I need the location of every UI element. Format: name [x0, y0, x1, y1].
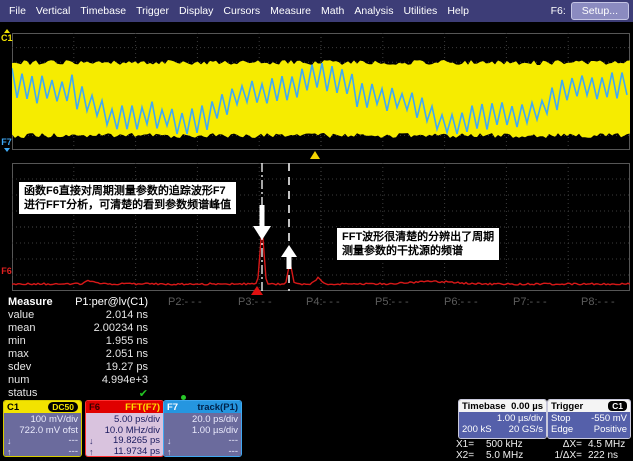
measure-row-max: max 2.051 ns	[8, 348, 148, 360]
cursor-readout: X1= 500 kHz ΔX= 4.5 MHz X2= 5.0 MHz 1/ΔX…	[456, 439, 632, 461]
cursor1-marker-icon: ↓	[89, 436, 94, 446]
fft-annotation-1: 函数F6直接对周期测量参数的追踪波形F7 进行FFT分析，可清楚的看到参数频谱峰…	[18, 181, 238, 215]
timebase-box[interactable]: Timebase 0.00 µs 1.00 µs/div 200 kS 20 GS…	[458, 399, 547, 439]
x2-label: X2=	[456, 450, 475, 461]
trigger-slope: Positive	[593, 424, 627, 435]
c1-cursor1-value: ---	[68, 435, 79, 446]
x1-label: X1=	[456, 439, 475, 450]
f6-context-label: F6:	[550, 5, 566, 17]
p3-header[interactable]: P3:- - -	[238, 296, 272, 308]
dx-value: 4.5 MHz	[588, 439, 626, 450]
measure-header-row: Measure P1:per@lv(C1) P2:- - - P3:- - - …	[0, 296, 633, 309]
trigger-type: Edge	[551, 424, 574, 435]
trigger-box[interactable]: Trigger C1 Stop -550 mV Edge Positive	[547, 399, 631, 439]
f7-hscale: 1.00 µs/div	[191, 425, 238, 436]
menu-cursors[interactable]: Cursors	[218, 5, 265, 17]
menu-file[interactable]: File	[4, 5, 31, 17]
c1-coupling-badge: DC50	[48, 402, 78, 412]
c1-graticule	[12, 33, 630, 150]
menu-help[interactable]: Help	[442, 5, 474, 17]
menu-utilities[interactable]: Utilities	[398, 5, 442, 17]
cursor1-marker-icon: ↓	[7, 436, 12, 446]
c1-cursor2-value: ---	[68, 445, 79, 457]
f6-trace-label[interactable]: F6	[1, 267, 12, 276]
measure-title: Measure	[8, 296, 53, 308]
peak2-arrow-icon	[281, 245, 297, 269]
timebase-title: Timebase	[462, 400, 506, 412]
timebase-samples: 200 kS	[462, 424, 492, 435]
measure-row-sdev: sdev 19.27 ps	[8, 361, 148, 373]
p5-header[interactable]: P5:- - -	[375, 296, 409, 308]
menu-display[interactable]: Display	[174, 5, 218, 17]
trigger-title: Trigger	[551, 400, 584, 412]
c1-id: C1	[7, 401, 20, 413]
fft-annotation-2: FFT波形很清楚的分辨出了周期 测量参数的干扰源的频谱	[336, 227, 501, 261]
f7-offset-marker-icon	[3, 148, 10, 152]
invdx-label: 1/ΔX=	[554, 450, 582, 461]
trigger-source-badge: C1	[608, 401, 627, 411]
cursor2-marker-icon: ↑	[89, 446, 94, 457]
p4-header[interactable]: P4:- - -	[306, 296, 340, 308]
status-check-icon: ✔	[138, 388, 148, 400]
f6-vscale: 5.00 ps/div	[114, 414, 160, 425]
f7-trace-label[interactable]: F7	[1, 138, 12, 153]
f6-cursor2-value: 11.9734 ps	[113, 445, 160, 457]
f6-cursor1-value: 19.8265 ps	[112, 435, 160, 446]
invdx-value: 222 ns	[588, 450, 619, 461]
timebase-rate: 20 GS/s	[508, 424, 543, 435]
menu-vertical[interactable]: Vertical	[31, 5, 75, 17]
f7-vscale: 20.0 ps/div	[192, 414, 238, 425]
trigger-time-marker-icon[interactable]	[310, 151, 320, 159]
trigger-mode: Stop	[551, 413, 571, 424]
measure-row-mean: mean 2.00234 ns	[8, 322, 148, 334]
c1-descriptor-box[interactable]: C1 DC50 100 mV/div 722.0 mV ofst ↓ --- ↑ -…	[3, 400, 82, 457]
f7-id: F7	[167, 401, 179, 413]
f7-cursor2-value: ---	[228, 445, 239, 457]
x2-value: 5.0 MHz	[486, 450, 524, 461]
f7-function-label: track(P1)	[197, 401, 238, 413]
timebase-scale: 1.00 µs/div	[496, 413, 543, 424]
cursor2-marker-icon: ↑	[7, 446, 12, 457]
menu-measure[interactable]: Measure	[265, 5, 316, 17]
trigger-level: -550 mV	[591, 413, 627, 424]
dx-label: ΔX=	[562, 439, 582, 450]
measure-row-value: value 2.014 ns	[8, 309, 148, 321]
peak1-arrow-icon	[253, 205, 271, 240]
menu-math[interactable]: Math	[316, 5, 349, 17]
oscilloscope-app: File Vertical Timebase Trigger Display C…	[0, 0, 633, 461]
f7-cursor1-value: ---	[228, 435, 239, 446]
f7-descriptor-box[interactable]: F7 track(P1) 20.0 ps/div 1.00 µs/div ↓ --…	[163, 400, 242, 457]
p8-header[interactable]: P8:- - -	[581, 296, 615, 308]
menu-bar: File Vertical Timebase Trigger Display C…	[0, 0, 633, 22]
menu-trigger[interactable]: Trigger	[131, 5, 174, 17]
cursor1-marker-icon: ↓	[167, 436, 172, 446]
p6-header[interactable]: P6:- - -	[444, 296, 478, 308]
menu-analysis[interactable]: Analysis	[349, 5, 398, 17]
p7-header[interactable]: P7:- - -	[513, 296, 547, 308]
measure-row-min: min 1.955 ns	[8, 335, 148, 347]
measure-panel: Measure P1:per@lv(C1) P2:- - - P3:- - - …	[0, 294, 633, 400]
f6-descriptor-box[interactable]: F6 FFT(F7) 5.00 ps/div 10.0 MHz/div ↓ 19.…	[85, 400, 164, 457]
cursor2-marker-icon: ↑	[167, 446, 172, 457]
p2-header[interactable]: P2:- - -	[168, 296, 202, 308]
p1-header[interactable]: P1:per@lv(C1)	[48, 296, 148, 308]
setup-button[interactable]: Setup...	[570, 2, 629, 20]
c1-trace-label[interactable]: C1	[1, 28, 13, 43]
timebase-offset: 0.00 µs	[511, 400, 543, 412]
f6-function-label: FFT(F7)	[125, 401, 160, 413]
c1-offset: 722.0 mV ofst	[19, 425, 78, 436]
c1-vscale: 100 mV/div	[30, 414, 78, 425]
menu-timebase[interactable]: Timebase	[75, 5, 131, 17]
x1-value: 500 kHz	[486, 439, 523, 450]
measure-row-num: num 4.994e+3	[8, 374, 148, 386]
f6-id: F6	[89, 401, 101, 413]
